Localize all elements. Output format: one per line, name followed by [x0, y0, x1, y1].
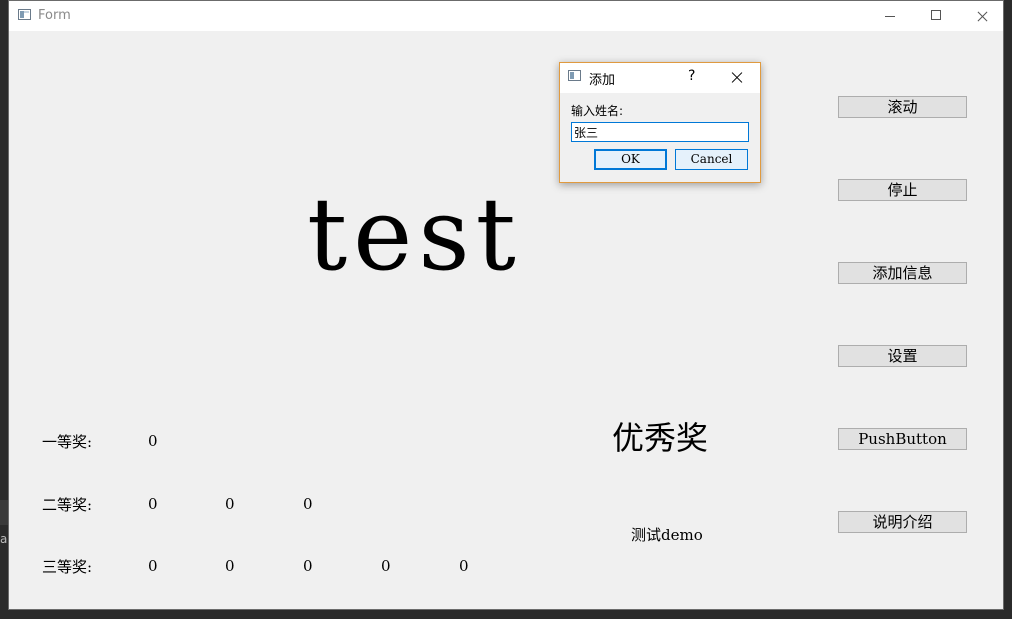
close-icon[interactable]: [959, 1, 1005, 31]
third-prize-value: 0: [148, 557, 158, 575]
dialog-title: 添加: [589, 73, 616, 88]
third-prize-value: 0: [303, 557, 313, 575]
first-prize-value: 0: [148, 432, 158, 450]
demo-label: 测试demo: [631, 526, 703, 544]
name-prompt-label: 输入姓名:: [571, 104, 624, 118]
dialog-app-icon: [568, 70, 581, 81]
add-info-button[interactable]: 添加信息: [838, 262, 967, 284]
first-prize-label: 一等奖:: [42, 433, 93, 451]
second-prize-value: 0: [148, 495, 158, 513]
add-dialog: 添加 ? 输入姓名: OK Cancel: [559, 62, 761, 183]
scroll-button[interactable]: 滚动: [838, 96, 967, 118]
window-title: Form: [38, 8, 71, 23]
app-icon: [18, 9, 31, 20]
third-prize-value: 0: [459, 557, 469, 575]
name-input[interactable]: [571, 122, 749, 142]
dialog-title-bar[interactable]: 添加 ?: [560, 63, 760, 93]
second-prize-value: 0: [303, 495, 313, 513]
push-button[interactable]: PushButton: [838, 428, 967, 450]
second-prize-label: 二等奖:: [42, 496, 93, 514]
maximize-icon[interactable]: [913, 1, 959, 31]
award-title: 优秀奖: [612, 419, 709, 457]
second-prize-value: 0: [225, 495, 235, 513]
third-prize-value: 0: [225, 557, 235, 575]
main-window: Form test 一等奖: 0 二等奖: 0 0 0 三等奖: 0 0 0 0…: [8, 0, 1004, 610]
minimize-icon[interactable]: [867, 1, 913, 31]
dialog-close-icon[interactable]: [730, 70, 744, 84]
third-prize-label: 三等奖:: [42, 558, 93, 576]
ok-button[interactable]: OK: [594, 149, 667, 170]
cancel-button[interactable]: Cancel: [675, 149, 748, 170]
help-icon[interactable]: ?: [688, 68, 695, 84]
background-partial-text: a: [0, 532, 8, 546]
third-prize-value: 0: [381, 557, 391, 575]
draw-display-text: test: [307, 176, 522, 293]
title-bar[interactable]: Form: [9, 1, 1003, 31]
stop-button[interactable]: 停止: [838, 179, 967, 201]
instructions-button[interactable]: 说明介绍: [838, 511, 967, 533]
settings-button[interactable]: 设置: [838, 345, 967, 367]
